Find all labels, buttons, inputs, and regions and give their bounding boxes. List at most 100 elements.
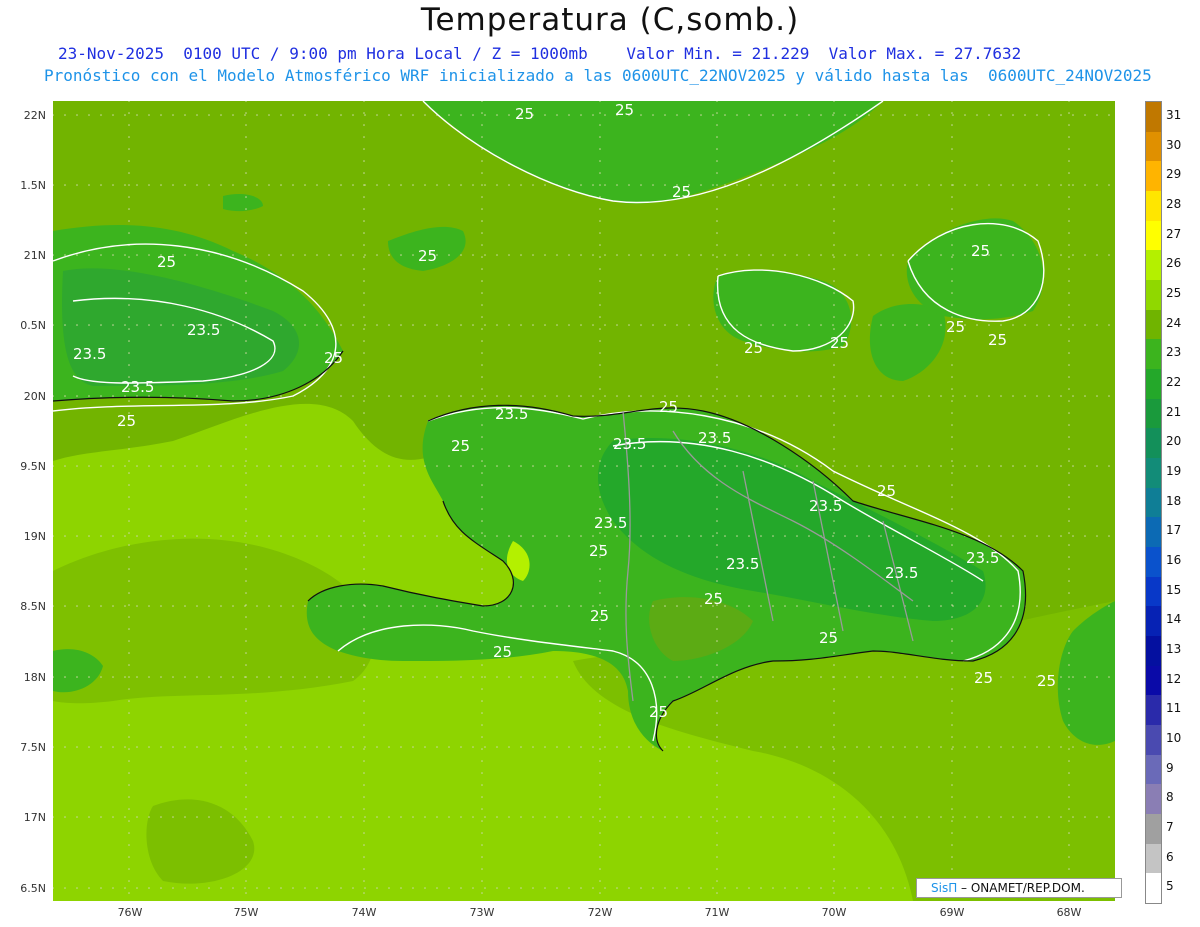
colorbar-label: 15 <box>1166 582 1182 597</box>
lat-tick-label: 17N <box>23 811 46 824</box>
colorbar-label: 16 <box>1166 552 1182 567</box>
colorbar-label: 10 <box>1166 730 1182 745</box>
contour-label: 23.5 <box>187 321 220 339</box>
lat-tick-label: 9.5N <box>20 460 46 473</box>
colorbar-segment <box>1146 280 1161 311</box>
colorbar-segment <box>1146 250 1161 281</box>
contour-label: 25 <box>704 590 723 608</box>
contour-label: 25 <box>117 412 136 430</box>
colorbar-label: 26 <box>1166 256 1182 271</box>
contour-label: 25 <box>324 349 343 367</box>
colorbar-segment <box>1146 102 1161 133</box>
contour-label: 23.5 <box>698 429 731 447</box>
colorbar-label: 20 <box>1166 434 1182 449</box>
contour-label: 23.5 <box>885 564 918 582</box>
colorbar-segment <box>1146 784 1161 815</box>
colorbar-segment <box>1146 517 1161 548</box>
lat-tick-label: 7.5N <box>20 741 46 754</box>
colorbar-label: 21 <box>1166 404 1182 419</box>
contour-label: 25 <box>1037 672 1056 690</box>
lon-tick-label: 69W <box>939 906 965 919</box>
temperature-map: 25 25 25 25 25 23.5 23.5 23.5 25 25 25 2… <box>53 101 1115 901</box>
colorbar-segment <box>1146 131 1161 162</box>
lat-tick-label: 1.5N <box>20 179 46 192</box>
contour-label: 25 <box>157 253 176 271</box>
lon-tick-label: 75W <box>233 906 259 919</box>
colorbar-label: 31 <box>1166 107 1182 122</box>
contour-label: 25 <box>493 643 512 661</box>
contour-label: 25 <box>418 247 437 265</box>
lat-tick-label: 6.5N <box>20 882 46 895</box>
contour-label: 23.5 <box>594 514 627 532</box>
colorbar-segment <box>1146 665 1161 696</box>
credit-text: – ONAMET/REP.DOM. <box>957 881 1085 895</box>
colorbar-segment <box>1146 161 1161 192</box>
lat-tick-label: 20N <box>23 390 46 403</box>
map-canvas: 25 25 25 25 25 23.5 23.5 23.5 25 25 25 2… <box>53 101 1115 901</box>
lat-tick-label: 8.5N <box>20 600 46 613</box>
contour-label: 23.5 <box>809 497 842 515</box>
colorbar-label: 6 <box>1166 849 1174 864</box>
lat-tick-label: 21N <box>23 249 46 262</box>
colorbar-segment <box>1146 398 1161 429</box>
lon-tick-label: 68W <box>1056 906 1082 919</box>
colorbar-segment <box>1146 606 1161 637</box>
contour-label: 25 <box>819 629 838 647</box>
lat-tick-label: 18N <box>23 671 46 684</box>
map-title: Temperatura (C,somb.) <box>420 2 800 38</box>
colorbar-label: 23 <box>1166 345 1182 360</box>
contour-label: 25 <box>649 703 668 721</box>
map-subtitle-model-info: Pronóstico con el Modelo Atmosférico WRF… <box>44 66 1152 85</box>
contour-label: 25 <box>515 105 534 123</box>
contour-label: 25 <box>974 669 993 687</box>
colorbar-label: 14 <box>1166 612 1182 627</box>
lon-tick-label: 70W <box>821 906 847 919</box>
colorbar-label: 5 <box>1166 879 1174 894</box>
colorbar-segment <box>1146 695 1161 726</box>
colorbar-label: 13 <box>1166 641 1182 656</box>
colorbar-label: 9 <box>1166 760 1174 775</box>
colorbar-segment <box>1146 814 1161 845</box>
contour-label: 25 <box>590 607 609 625</box>
contour-label: 25 <box>451 437 470 455</box>
colorbar-segment <box>1146 547 1161 578</box>
lon-tick-label: 76W <box>117 906 143 919</box>
colorbar-label: 25 <box>1166 285 1182 300</box>
colorbar-label: 30 <box>1166 137 1182 152</box>
contour-label: 25 <box>971 242 990 260</box>
contour-label: 25 <box>672 183 691 201</box>
colorbar-segment <box>1146 428 1161 459</box>
colorbar-segment <box>1146 636 1161 667</box>
colorbar-segment <box>1146 369 1161 400</box>
colorbar-label: 19 <box>1166 463 1182 478</box>
colorbar-label: 18 <box>1166 493 1182 508</box>
colorbar-segment <box>1146 487 1161 518</box>
contour-label: 25 <box>744 339 763 357</box>
contour-label: 25 <box>988 331 1007 349</box>
colorbar-label: 7 <box>1166 819 1174 834</box>
contour-label: 25 <box>659 398 678 416</box>
contour-label: 23.5 <box>613 435 646 453</box>
contour-label: 25 <box>830 334 849 352</box>
lat-tick-label: 22N <box>23 109 46 122</box>
sispi-logo-text: SisΠ <box>931 881 958 895</box>
contour-label: 25 <box>946 318 965 336</box>
contour-label: 23.5 <box>495 405 528 423</box>
lon-tick-label: 72W <box>587 906 613 919</box>
colorbar <box>1145 101 1162 904</box>
lon-tick-label: 73W <box>469 906 495 919</box>
colorbar-segment <box>1146 191 1161 222</box>
lat-tick-label: 19N <box>23 530 46 543</box>
contour-label: 23.5 <box>726 555 759 573</box>
lon-tick-label: 71W <box>704 906 730 919</box>
colorbar-label: 22 <box>1166 374 1182 389</box>
credit-badge: SisΠ – ONAMET/REP.DOM. <box>916 878 1122 898</box>
contour-label: 25 <box>589 542 608 560</box>
contour-label: 23.5 <box>121 378 154 396</box>
lat-tick-label: 0.5N <box>20 319 46 332</box>
colorbar-segment <box>1146 754 1161 785</box>
colorbar-label: 29 <box>1166 167 1182 182</box>
contour-label: 25 <box>877 482 896 500</box>
colorbar-segment <box>1146 458 1161 489</box>
contour-label: 23.5 <box>966 549 999 567</box>
